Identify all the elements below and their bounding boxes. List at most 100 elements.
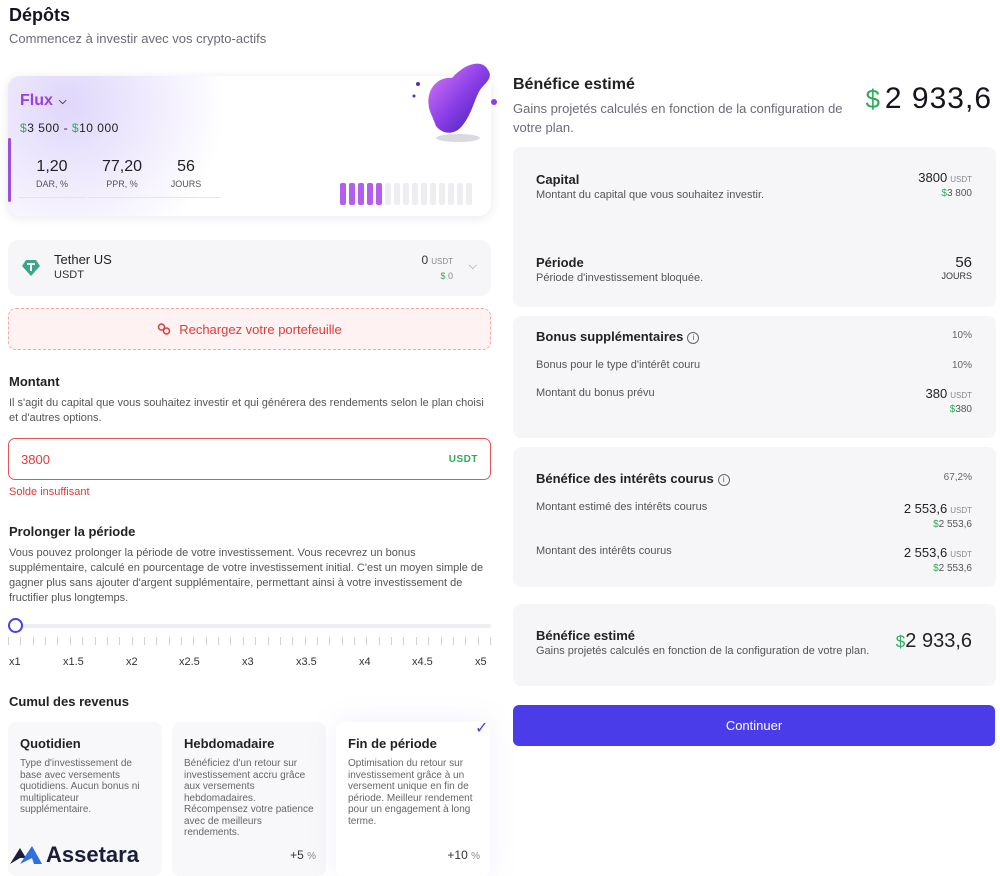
info-icon[interactable]: i bbox=[687, 332, 700, 344]
slider-tick bbox=[242, 637, 244, 645]
option-title: Quotidien bbox=[20, 736, 81, 751]
plan-range-sep: - bbox=[63, 121, 69, 135]
slider-track bbox=[8, 624, 491, 628]
token-balance-value: 0 bbox=[421, 253, 429, 267]
slider-tick bbox=[465, 637, 467, 645]
tick-label[interactable]: x5 bbox=[475, 656, 487, 668]
slider-tick bbox=[82, 637, 84, 645]
tick-label[interactable]: x4 bbox=[359, 656, 371, 668]
capital-unit: USDT bbox=[950, 175, 972, 184]
token-selector[interactable]: Tether US USDT 0 USDT $ 0 ⌵ bbox=[8, 240, 491, 296]
plan-selector[interactable]: Flux ⌵ bbox=[20, 92, 66, 110]
level-segment bbox=[394, 183, 400, 205]
token-name: Tether US bbox=[54, 252, 112, 267]
chevron-down-icon: ⌵ bbox=[58, 95, 67, 107]
level-segment bbox=[367, 183, 373, 205]
stat-value: 77,20 bbox=[101, 158, 143, 175]
bonus-pct: 10% bbox=[951, 330, 972, 341]
token-balance-unit: USDT bbox=[431, 257, 453, 266]
slider-thumb[interactable] bbox=[8, 618, 23, 633]
period-days: 56 bbox=[955, 254, 972, 271]
revenue-title: Cumul des revenus bbox=[9, 694, 129, 709]
slider-tick bbox=[143, 637, 145, 645]
level-segment bbox=[358, 183, 364, 205]
tick-label[interactable]: x3.5 bbox=[296, 656, 317, 668]
period-multiplier-slider[interactable] bbox=[8, 618, 491, 634]
amount-field[interactable]: USDT bbox=[8, 438, 491, 480]
option-bonus-unit: % bbox=[307, 851, 316, 862]
interest-cur-usd: 2 553,6 bbox=[938, 563, 972, 574]
plan-stat-ppr: 77,20 PPR, % bbox=[88, 158, 156, 198]
tick-label[interactable]: x4.5 bbox=[412, 656, 433, 668]
slider-tick bbox=[490, 637, 491, 645]
plan-stat-days: 56 JOURS bbox=[152, 158, 220, 198]
level-segment bbox=[448, 183, 454, 205]
revenue-option-weekly[interactable]: Hebdomadaire Bénéficiez d'un retour sur … bbox=[172, 722, 326, 876]
estimate-title: Bénéfice estimé bbox=[513, 76, 635, 93]
slider-tick bbox=[403, 637, 405, 645]
info-icon[interactable]: i bbox=[717, 474, 730, 486]
tick-label[interactable]: x2.5 bbox=[179, 656, 200, 668]
slider-tick bbox=[415, 637, 417, 645]
interest-cur-value: 2 553,6 USDT $2 553,6 bbox=[904, 545, 972, 574]
plan-range-max: 10 000 bbox=[79, 121, 119, 135]
estimate-subtitle: Gains projetés calculés en fonction de l… bbox=[513, 101, 843, 135]
interest-cur-amount: 2 553,6 bbox=[903, 545, 948, 560]
interest-cur-label: Montant des intérêts courus bbox=[536, 545, 672, 557]
page-title: Dépôts bbox=[9, 5, 71, 25]
stat-value: 56 bbox=[177, 158, 195, 175]
tether-icon bbox=[22, 260, 40, 276]
summary-bonus: Bonus supplémentaires i 10% Bonus pour le… bbox=[513, 316, 996, 438]
summary-amount: 2 933,6 bbox=[905, 630, 972, 652]
option-description: Optimisation du retour sur investissemen… bbox=[348, 758, 473, 827]
slider-tick bbox=[452, 637, 454, 645]
stat-label: PPR, % bbox=[106, 179, 138, 189]
slider-tick bbox=[205, 637, 207, 645]
brand-name: Assetara bbox=[46, 842, 139, 867]
tick-label[interactable]: x1 bbox=[9, 656, 21, 668]
option-bonus-unit: % bbox=[471, 851, 480, 862]
option-description: Type d'investissement de base avec verse… bbox=[20, 758, 140, 815]
tick-label[interactable]: x3 bbox=[242, 656, 254, 668]
summary-title: Bénéfice estimé bbox=[536, 628, 635, 643]
dollar-icon: $ bbox=[895, 632, 906, 651]
extend-description: Vous pouvez prolonger la période de votr… bbox=[9, 547, 484, 604]
assetara-logo-icon bbox=[10, 846, 42, 864]
option-bonus-value: +10 bbox=[447, 848, 468, 862]
level-segment bbox=[466, 183, 472, 205]
token-balance: 0 USDT $ 0 bbox=[422, 253, 453, 281]
level-segment bbox=[349, 183, 355, 205]
recharge-wallet-alert[interactable]: Rechargez votre portefeuille bbox=[8, 308, 491, 350]
level-segment bbox=[412, 183, 418, 205]
alert-text: Rechargez votre portefeuille bbox=[179, 321, 342, 337]
slider-tick bbox=[391, 637, 393, 645]
interest-est-label: Montant estimé des intérêts courus bbox=[536, 501, 708, 513]
tick-label[interactable]: x2 bbox=[126, 656, 138, 668]
continue-button[interactable]: Continuer bbox=[513, 705, 995, 746]
slider-tick bbox=[341, 637, 343, 645]
amount-currency: USDT bbox=[448, 453, 478, 465]
revenue-option-end-of-period[interactable]: Fin de période Optimisation du retour su… bbox=[336, 722, 490, 876]
slider-tick bbox=[230, 637, 232, 645]
bonus-type-pct: 10% bbox=[951, 360, 972, 371]
liquid-blob-illustration bbox=[412, 63, 497, 142]
plan-level-meter bbox=[340, 183, 472, 205]
period-value: 56 JOURS bbox=[941, 254, 972, 281]
slider-tick bbox=[218, 637, 220, 645]
period-title: Période bbox=[536, 255, 584, 270]
bonus-type-label: Bonus pour le type d'intérêt couru bbox=[536, 359, 701, 371]
amount-input[interactable] bbox=[21, 451, 221, 467]
stat-label: DAR, % bbox=[35, 179, 68, 189]
tick-label[interactable]: x1.5 bbox=[63, 656, 84, 668]
slider-tick bbox=[366, 637, 368, 645]
interest-est-usd: 2 553,6 bbox=[938, 519, 972, 530]
deposit-page: Dépôts Commencez à investir avec vos cry… bbox=[0, 0, 1000, 876]
bonus-title: Bonus supplémentaires bbox=[536, 329, 684, 344]
capital-title: Capital bbox=[536, 172, 580, 187]
slider-ticks bbox=[8, 637, 491, 647]
stat-value: 1,20 bbox=[36, 158, 68, 175]
slider-tick bbox=[267, 637, 269, 645]
page-subtitle: Commencez à investir avec vos crypto-act… bbox=[9, 31, 267, 46]
level-segment bbox=[403, 183, 409, 205]
slider-tick bbox=[8, 637, 9, 645]
